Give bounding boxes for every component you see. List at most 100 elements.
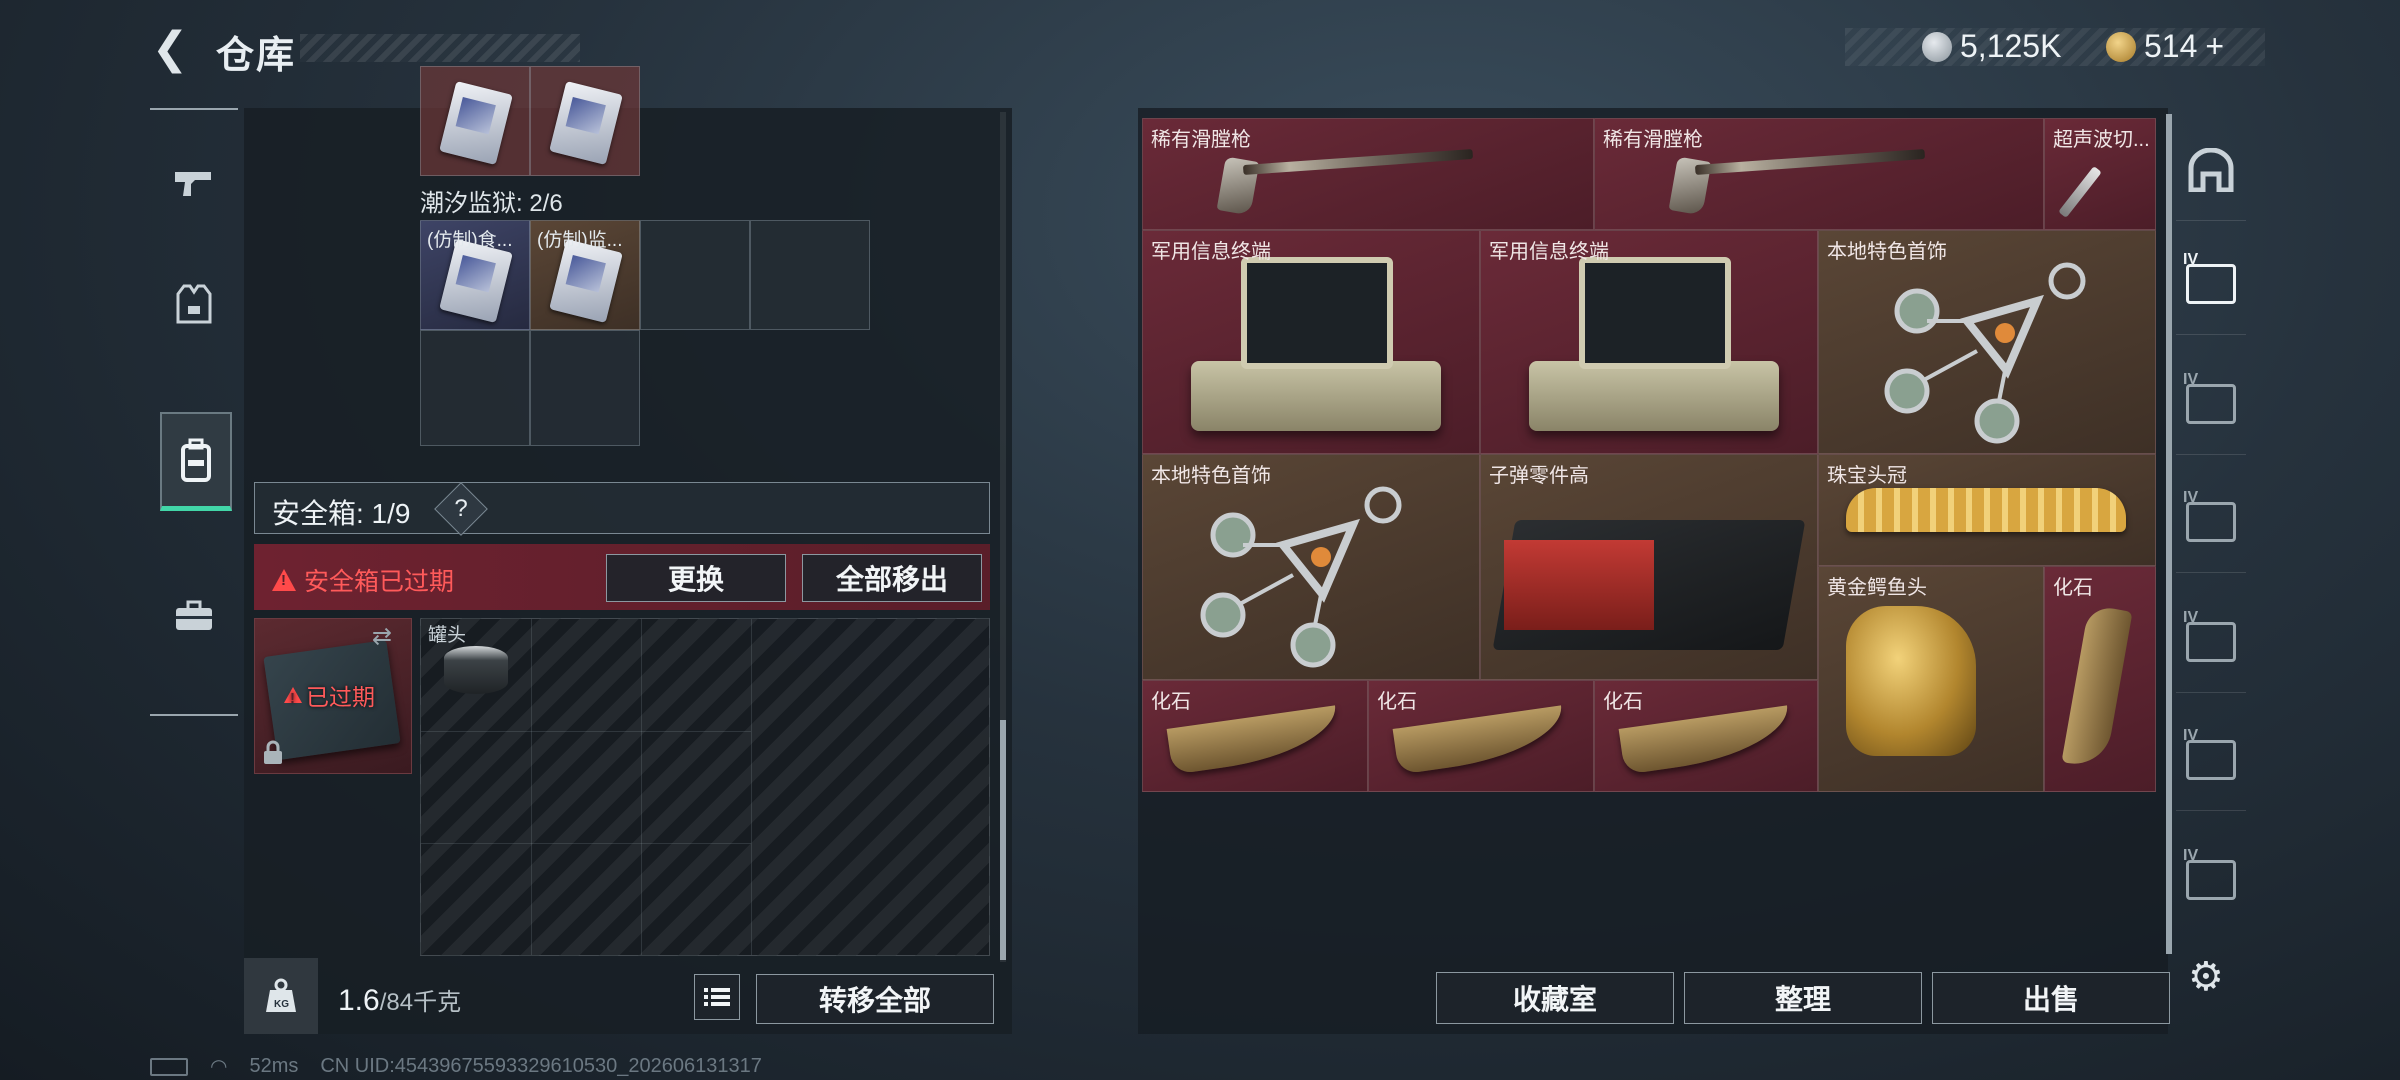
item-label: 稀有滑膛枪 <box>1603 129 1703 151</box>
stash-item-musket[interactable]: 稀有滑膛枪 <box>1594 118 2044 230</box>
terminal-base-icon <box>1529 361 1779 431</box>
stash-item-fossil[interactable]: 化石 <box>1368 680 1594 792</box>
terminal-screen-icon <box>1241 257 1393 369</box>
rail-item-tier[interactable]: IV <box>2176 354 2246 455</box>
list-view-button[interactable] <box>694 974 740 1020</box>
collection-room-button[interactable]: 收藏室 <box>1436 972 1674 1024</box>
jewelry-icon <box>1200 486 1402 668</box>
container-slot[interactable] <box>750 220 870 330</box>
swap-icon[interactable]: ⇄ <box>372 622 392 651</box>
expired-text: 安全箱已过期 <box>304 568 455 596</box>
arch-icon <box>2188 148 2234 192</box>
item-label: 稀有滑膛枪 <box>1151 129 1251 151</box>
stash-item-fossil[interactable]: 化石 <box>2044 566 2156 792</box>
stash-item-local-jewelry[interactable]: 本地特色首饰 <box>1818 230 2156 454</box>
can-item-icon[interactable] <box>444 646 508 694</box>
stash-item-ultrasonic-cutter[interactable]: 超声波切... <box>2044 118 2156 230</box>
stash-item-fossil[interactable]: 化石 <box>1142 680 1368 792</box>
rail-item-backpack[interactable] <box>160 412 232 511</box>
tier-icon: IV <box>2183 251 2236 304</box>
uid-text: CN UID:4543967559332961053​0_20260613131… <box>320 1055 762 1077</box>
ping-value: 52ms <box>249 1055 299 1077</box>
settings-button[interactable]: ⚙ <box>2188 954 2224 1000</box>
safe-box-status: 已过期 <box>284 678 375 712</box>
fossil-icon <box>1618 705 1794 775</box>
weight-icon: KG <box>244 958 318 1034</box>
category-rail <box>150 108 238 716</box>
container-slot[interactable] <box>420 66 530 176</box>
warning-icon <box>272 569 296 591</box>
rail-item-tier[interactable]: IV <box>2176 710 2246 811</box>
silver-coin-icon <box>1922 31 1952 62</box>
transfer-all-button[interactable]: 转移全部 <box>756 974 994 1024</box>
sell-button[interactable]: 出售 <box>1932 972 2170 1024</box>
inventory-scroll-thumb[interactable] <box>1000 720 1006 960</box>
tide-prison-label: 潮汐监狱: 2/6 <box>420 190 563 217</box>
item-label: 本地特色首饰 <box>1151 465 1271 487</box>
warning-icon <box>284 687 302 707</box>
rail-item-case[interactable] <box>160 570 228 662</box>
vest-icon <box>176 284 212 324</box>
svg-text:KG: KG <box>274 999 289 1010</box>
stash-item-military-terminal[interactable]: 军用信息终端 <box>1480 230 1818 454</box>
replace-button[interactable]: 更换 <box>606 554 786 602</box>
musket-icon <box>1242 148 1474 176</box>
stash-item-musket[interactable]: 稀有滑膛枪 <box>1142 118 1594 230</box>
grid-line <box>531 619 532 955</box>
stash-scrollbar[interactable] <box>2166 114 2172 954</box>
container-slot[interactable] <box>530 330 640 446</box>
tier-icon: IV <box>2183 609 2236 662</box>
rail-item-tier[interactable]: IV <box>2176 472 2246 573</box>
stash-item-fossil[interactable]: 化石 <box>1594 680 1818 792</box>
item-label: (仿制)监... <box>537 230 623 251</box>
fossil-icon <box>2061 604 2133 770</box>
item-label: 珠宝头冠 <box>1827 465 1907 487</box>
musket-icon <box>1694 148 1926 176</box>
weight-current: 1.6 <box>338 984 380 1017</box>
stash-item-military-terminal[interactable]: 军用信息终端 <box>1142 230 1480 454</box>
stash-item-local-jewelry[interactable]: 本地特色首饰 <box>1142 454 1480 680</box>
item-label: 化石 <box>2053 577 2093 599</box>
tier-icon: IV <box>2183 489 2236 542</box>
pistol-icon <box>175 172 211 196</box>
can-label: 罐头 <box>428 625 467 646</box>
container-slot[interactable] <box>420 330 530 446</box>
gear-icon: ⚙ <box>2188 955 2224 999</box>
wifi-icon: ◠ <box>210 1056 228 1078</box>
rail-item-tier[interactable]: IV <box>2176 234 2246 335</box>
battery-icon <box>150 1057 188 1076</box>
fossil-icon <box>1392 705 1568 775</box>
grid-line <box>641 619 642 955</box>
gold-coin-icon <box>2106 31 2136 62</box>
rail-item-tier[interactable]: IV <box>2176 592 2246 693</box>
card-item-icon <box>549 81 623 165</box>
fossil-icon <box>1166 705 1342 775</box>
container-slot[interactable]: (仿制)食... <box>420 220 530 330</box>
currency-gold[interactable]: 514 + <box>2106 28 2224 65</box>
stash-tier-rail: IV IV IV IV IV IV <box>2176 114 2248 1014</box>
container-slot[interactable]: (仿制)监... <box>530 220 640 330</box>
status-bar: ◠ 52ms CN UID:4543967559332961053​0_2026… <box>150 1054 762 1079</box>
remove-all-button[interactable]: 全部移出 <box>802 554 982 602</box>
rail-item-tier[interactable]: IV <box>2176 830 2246 930</box>
safe-box-status-text: 已过期 <box>306 684 375 710</box>
safe-box-label: 安全箱: 1/9 <box>272 498 411 529</box>
title-stripe <box>300 34 580 62</box>
rail-item-weapons[interactable] <box>160 138 228 230</box>
container-slot[interactable] <box>530 66 640 176</box>
page-title: 仓库 <box>216 35 297 77</box>
briefcase-icon <box>176 600 212 630</box>
back-button[interactable]: ❮ <box>148 24 192 73</box>
back-arrow-icon: ❮ <box>151 23 189 73</box>
grid-line <box>751 619 752 955</box>
container-slot[interactable] <box>640 220 750 330</box>
grid-line <box>421 843 751 844</box>
lock-icon <box>262 740 284 773</box>
terminal-base-icon <box>1191 361 1441 431</box>
organize-button[interactable]: 整理 <box>1684 972 1922 1024</box>
add-currency-button[interactable]: + <box>2205 28 2224 65</box>
rail-item-all[interactable] <box>2176 120 2246 221</box>
rail-item-armor[interactable] <box>160 258 228 350</box>
knife-icon <box>2058 166 2102 218</box>
weight-readout: 1.6/84千克 <box>338 982 461 1018</box>
